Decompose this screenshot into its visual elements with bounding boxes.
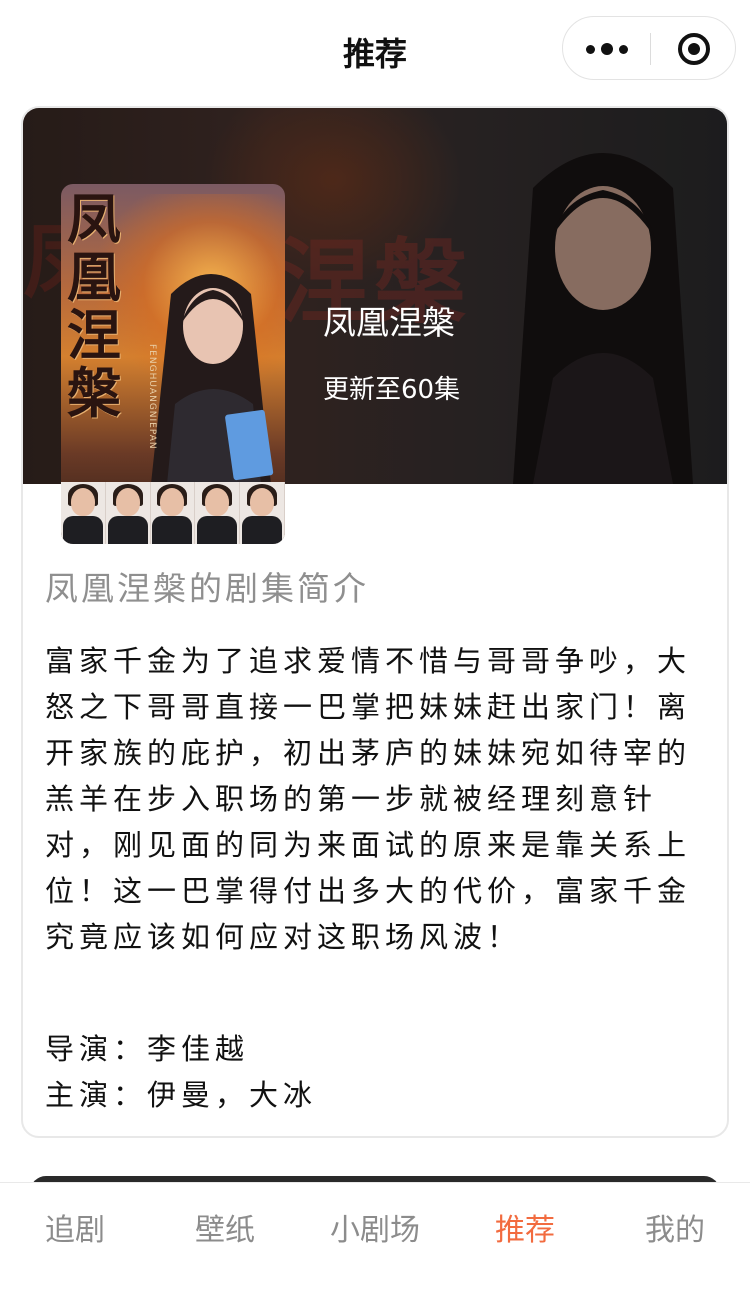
cast-photo: [195, 482, 241, 544]
tab-theater[interactable]: 小剧场: [300, 1183, 450, 1279]
cast-line: 主演：伊曼，大冰: [45, 1078, 318, 1112]
cast-photo: [61, 482, 106, 544]
director-line: 导演：李佳越: [45, 1032, 250, 1066]
drama-poster[interactable]: 凤凰涅槃 FENGHUANGNIEPAN: [61, 184, 285, 544]
poster-cast-strip: [61, 482, 285, 544]
poster-pinyin: FENGHUANGNIEPAN: [147, 344, 157, 450]
target-circle-icon[interactable]: [651, 17, 737, 81]
cast-photo: [240, 482, 285, 544]
nav-header: 推荐: [0, 0, 750, 100]
cast-photo: [151, 482, 196, 544]
intro-text: 富家千金为了追求爱情不惜与哥哥争吵，大怒之下哥哥直接一巴掌把妹妹赶出家门！离开家…: [45, 644, 692, 954]
drama-card[interactable]: 凤 涅槃 凤凰涅槃 FENGHUANGNIEPAN: [21, 106, 729, 1138]
poster-title: 凤凰涅槃: [67, 187, 121, 425]
drama-title: 凤凰涅槃: [323, 303, 455, 342]
tab-follow[interactable]: 追剧: [0, 1183, 150, 1279]
page: 推荐 凤 涅槃: [0, 0, 750, 1298]
mini-program-capsule: [562, 16, 736, 80]
tab-recommend[interactable]: 推荐: [450, 1183, 600, 1279]
intro-heading: 凤凰涅槃的剧集简介: [45, 569, 369, 608]
episode-update-status: 更新至60集: [323, 375, 461, 405]
tab-wallpaper[interactable]: 壁纸: [150, 1183, 300, 1279]
cast-photo: [106, 482, 151, 544]
more-dots-icon[interactable]: [563, 17, 650, 81]
tab-mine[interactable]: 我的: [600, 1183, 750, 1279]
bottom-tab-bar: 追剧 壁纸 小剧场 推荐 我的: [0, 1182, 750, 1298]
